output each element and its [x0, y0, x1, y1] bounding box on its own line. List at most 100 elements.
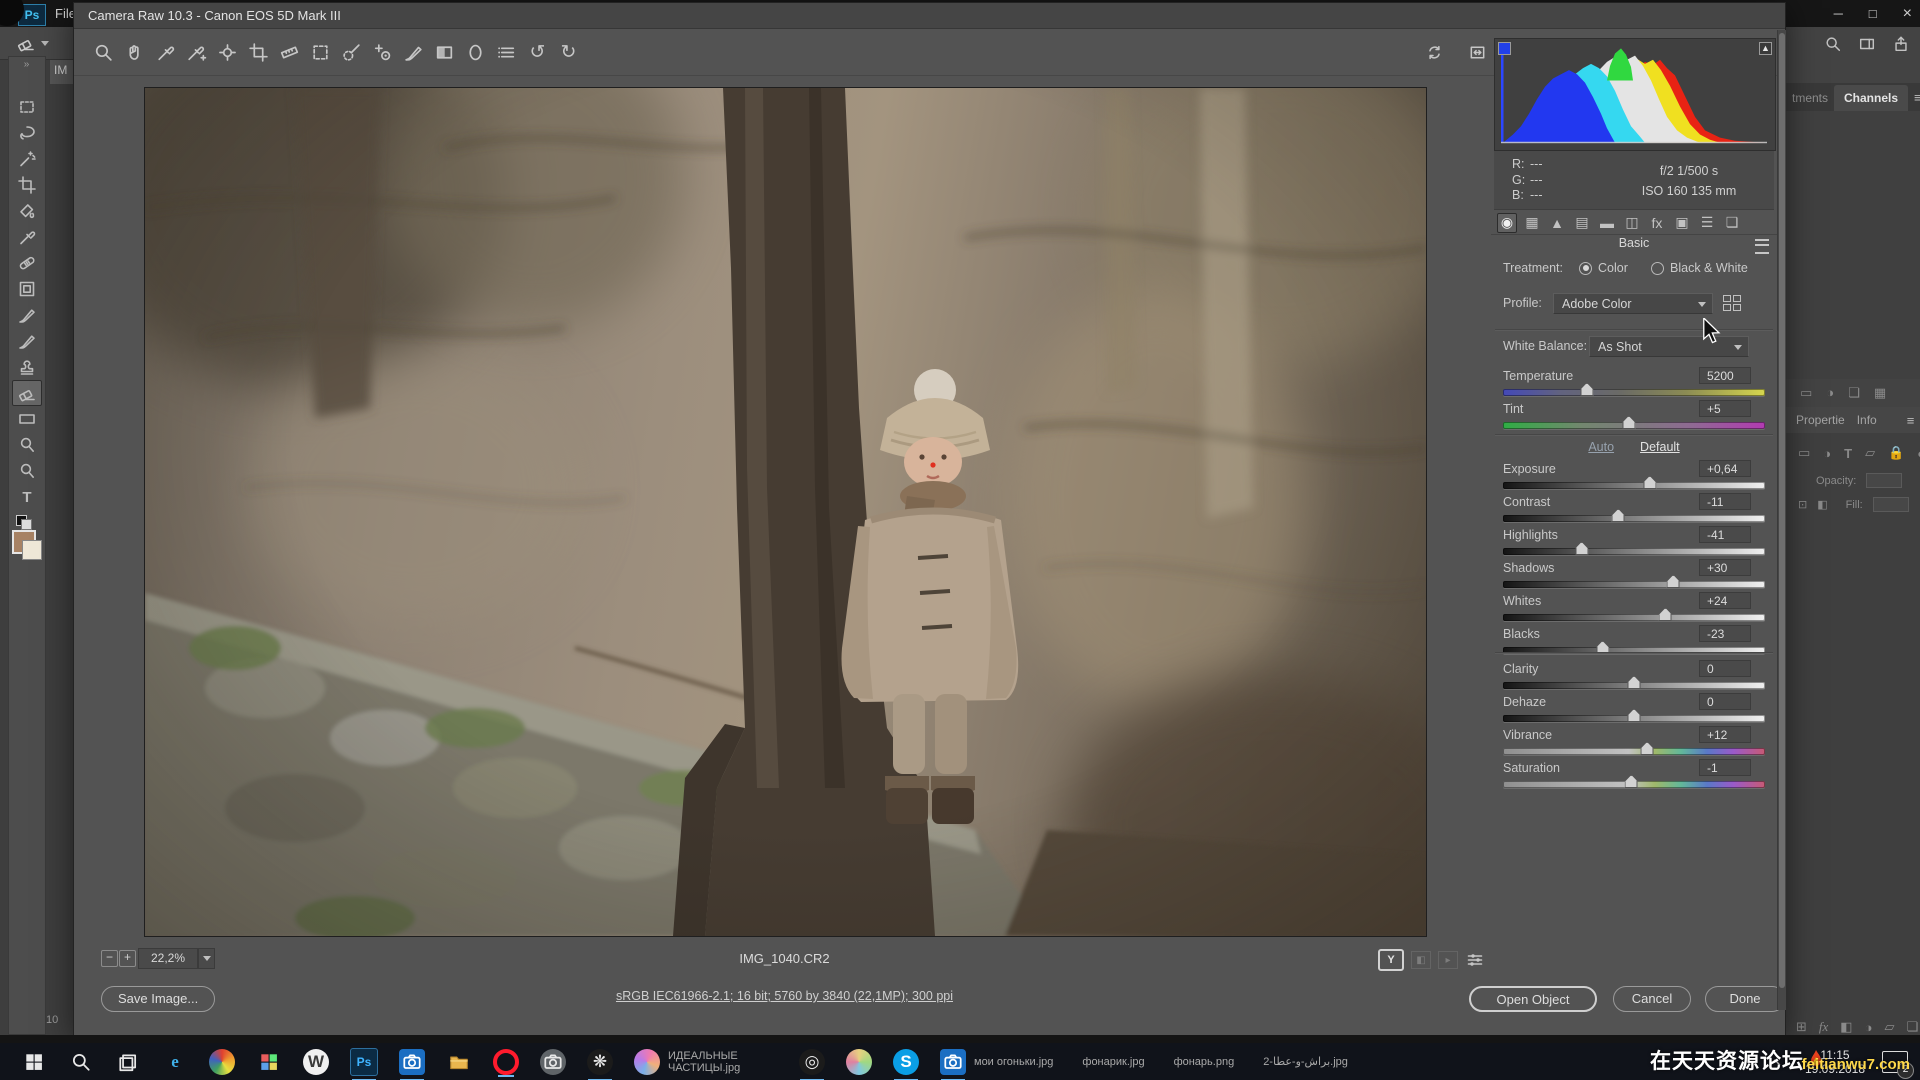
- slider-thumb[interactable]: [1625, 775, 1638, 788]
- slider-thumb[interactable]: [1641, 742, 1654, 755]
- workflow-options-link[interactable]: sRGB IEC61966-2.1; 16 bit; 5760 by 3840 …: [144, 989, 1425, 1003]
- tab-channels[interactable]: Channels: [1834, 85, 1908, 111]
- slider-value[interactable]: 5200: [1699, 367, 1751, 384]
- tab-presets[interactable]: ☰: [1697, 213, 1717, 233]
- slider-value[interactable]: +5: [1699, 400, 1751, 417]
- zoom-in-button[interactable]: +: [119, 950, 136, 967]
- tab-snapshots[interactable]: ❏: [1722, 213, 1742, 233]
- basic-menu-icon[interactable]: [1755, 239, 1769, 254]
- slider-value[interactable]: +24: [1699, 592, 1751, 609]
- slider-value[interactable]: +30: [1699, 559, 1751, 576]
- treatment-color-radio[interactable]: Color: [1579, 261, 1628, 275]
- shadow-clipping-indicator[interactable]: [1498, 42, 1511, 55]
- slider-value[interactable]: +12: [1699, 726, 1751, 743]
- rect-marquee-tool[interactable]: [12, 94, 42, 120]
- quick-selection-tool[interactable]: [12, 146, 42, 172]
- document-tab[interactable]: IM: [50, 60, 74, 84]
- slider-value[interactable]: -23: [1699, 625, 1751, 642]
- transform-tool-icon[interactable]: [305, 37, 336, 67]
- slider-thumb[interactable]: [1580, 383, 1593, 396]
- window-label[interactable]: 2-براش-و-عطا.jpg: [1255, 1056, 1348, 1068]
- panel-menu-icon[interactable]: ≡: [1907, 413, 1915, 428]
- options-eraser-icon[interactable]: [16, 33, 49, 53]
- file-explorer-icon[interactable]: [446, 1049, 472, 1075]
- mixer-brush-tool[interactable]: [12, 302, 42, 328]
- zoom-tool-icon[interactable]: [88, 37, 119, 67]
- slider-value[interactable]: -1: [1699, 759, 1751, 776]
- graduated-filter-icon[interactable]: [429, 37, 460, 67]
- radial-filter-icon[interactable]: [460, 37, 491, 67]
- opera-icon[interactable]: [493, 1049, 519, 1075]
- tray-chevron-icon[interactable]: [1766, 1053, 1784, 1071]
- healing-brush-tool[interactable]: [12, 250, 42, 276]
- done-button[interactable]: Done: [1705, 986, 1785, 1012]
- tab-lens-corrections[interactable]: ◫: [1622, 213, 1642, 233]
- auto-link[interactable]: Auto: [1588, 440, 1614, 454]
- skype-icon[interactable]: S: [893, 1049, 919, 1075]
- slider-thumb[interactable]: [1628, 676, 1641, 689]
- photoshop-icon[interactable]: Ps: [350, 1048, 378, 1076]
- spot-removal-tool-icon[interactable]: [336, 37, 367, 67]
- slider-track[interactable]: [1503, 422, 1765, 429]
- swap-settings-icon[interactable]: ◧: [1411, 951, 1431, 969]
- white-balance-tool-icon[interactable]: [150, 37, 181, 67]
- gradient-tool[interactable]: [12, 406, 42, 432]
- toolbar-grip[interactable]: »: [9, 57, 45, 70]
- search-button[interactable]: [68, 1049, 94, 1075]
- tab-detail[interactable]: ▲: [1547, 213, 1567, 233]
- targeted-adjustment-tool-icon[interactable]: [212, 37, 243, 67]
- panel-scrollbar[interactable]: [1777, 30, 1786, 1010]
- slider-track[interactable]: [1503, 581, 1765, 588]
- snagit-icon[interactable]: [540, 1049, 566, 1075]
- copy-settings-icon[interactable]: ▸: [1438, 951, 1458, 969]
- paint-bucket-tool[interactable]: [12, 198, 42, 224]
- before-after-toggle[interactable]: Y: [1378, 949, 1404, 971]
- slider-track[interactable]: [1503, 515, 1765, 522]
- palette-app-icon[interactable]: [846, 1049, 872, 1075]
- straighten-tool-icon[interactable]: [274, 37, 305, 67]
- tab-split-toning[interactable]: ▬: [1597, 213, 1617, 233]
- treatment-bw-radio[interactable]: Black & White: [1651, 261, 1748, 275]
- fill-value-box[interactable]: [1873, 497, 1909, 512]
- profile-browser-icon[interactable]: [1723, 295, 1745, 313]
- camera-app-icon[interactable]: [399, 1049, 425, 1075]
- toggle-fullscreen-icon[interactable]: [1462, 38, 1493, 68]
- toggle-preview-cycle-icon[interactable]: [1419, 38, 1450, 68]
- open-object-button[interactable]: Open Object: [1469, 986, 1597, 1012]
- minimize-button[interactable]: ─: [1834, 6, 1843, 21]
- hand-tool-icon[interactable]: [119, 37, 150, 67]
- preview-canvas[interactable]: [144, 87, 1427, 937]
- default-link[interactable]: Default: [1640, 440, 1680, 454]
- search-icon[interactable]: [1824, 35, 1842, 53]
- slider-track[interactable]: [1503, 682, 1765, 689]
- slider-thumb[interactable]: [1659, 608, 1672, 621]
- tab-tone-curve[interactable]: ▦: [1522, 213, 1542, 233]
- slider-thumb[interactable]: [1643, 476, 1656, 489]
- adjustment-brush-icon[interactable]: [398, 37, 429, 67]
- frame-tool[interactable]: [12, 276, 42, 302]
- white-balance-select[interactable]: As Shot: [1589, 336, 1749, 357]
- opacity-value-box[interactable]: [1866, 473, 1902, 488]
- crop-tool[interactable]: [12, 172, 42, 198]
- preferences-icon[interactable]: [491, 37, 522, 67]
- histogram[interactable]: ▲: [1494, 38, 1776, 151]
- panel-menu-icon[interactable]: ≡: [1914, 90, 1920, 105]
- scrollbar-thumb[interactable]: [1779, 33, 1785, 988]
- share-icon[interactable]: [1892, 35, 1910, 53]
- edge-icon[interactable]: e: [162, 1049, 188, 1075]
- dodge-tool[interactable]: [12, 458, 42, 484]
- slider-thumb[interactable]: [1575, 542, 1588, 555]
- color-swatches[interactable]: [12, 530, 42, 560]
- tab-adjustments[interactable]: tments: [1786, 91, 1834, 111]
- workspace-icon[interactable]: [1858, 35, 1876, 53]
- slider-track[interactable]: [1503, 748, 1765, 755]
- type-tool[interactable]: T: [12, 484, 42, 510]
- brush-tool[interactable]: [12, 328, 42, 354]
- cancel-button[interactable]: Cancel: [1613, 986, 1691, 1012]
- preview-settings-icon[interactable]: [1465, 950, 1485, 970]
- spiral-app-icon[interactable]: ◎: [799, 1049, 825, 1075]
- highlight-clipping-indicator[interactable]: ▲: [1759, 42, 1772, 55]
- slider-thumb[interactable]: [1622, 416, 1635, 429]
- slider-track[interactable]: [1503, 482, 1765, 489]
- eraser-tool[interactable]: [12, 380, 42, 406]
